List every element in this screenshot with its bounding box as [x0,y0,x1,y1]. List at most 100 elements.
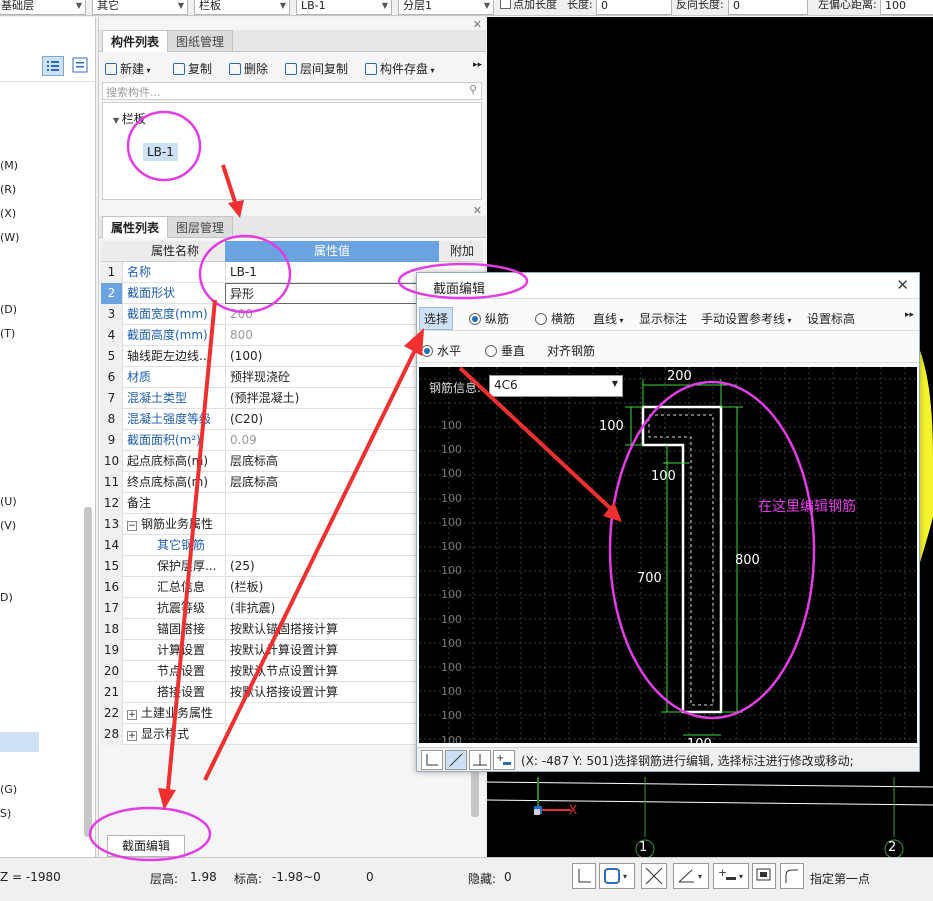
expand-icon[interactable]: + [127,731,137,741]
transverse-radio[interactable]: 横筋 [535,310,575,327]
property-value[interactable] [225,514,415,535]
dim-top[interactable]: 200 [667,369,692,384]
nav-item[interactable]: S) [0,807,11,820]
show-dim-button[interactable]: 显示标注 [639,310,687,327]
tab-property-list[interactable]: 属性列表 [102,216,169,238]
dim-right[interactable]: 800 [735,553,760,568]
add-point-icon[interactable]: + ▾ [713,863,749,889]
property-value[interactable]: 按默认计算设置计算 [225,640,415,661]
horizontal-radio[interactable]: 水平 [421,342,461,359]
property-value[interactable]: 异形 [225,283,425,304]
property-value[interactable] [225,724,415,745]
new-button[interactable]: 新建 ▾ [105,60,151,77]
dim-left[interactable]: 700 [637,571,662,586]
layer-combo[interactable]: 分层1 ▼ [398,0,494,15]
angle-icon[interactable]: ▾ [673,863,709,889]
collapse-icon[interactable]: − [127,521,137,531]
set-elev-button[interactable]: 设置标高 [807,310,855,327]
property-value[interactable]: 按默认节点设置计算 [225,661,415,682]
left-offset-input[interactable]: 100 [880,0,933,15]
reverse-length-input[interactable]: 0 [728,0,808,15]
property-value[interactable]: (100) [225,346,415,367]
line-draw-icon[interactable] [445,750,467,770]
tree-root[interactable]: ▼ 栏板 [113,110,146,127]
component-combo[interactable]: LB-1 ▼ [296,0,392,15]
nav-item[interactable]: (U) [0,495,17,508]
ortho-icon[interactable] [572,863,596,889]
list-view-icon[interactable] [42,56,64,76]
more-icon[interactable]: ▸▸ [905,310,914,320]
property-value[interactable]: LB-1 [225,262,415,283]
property-value[interactable]: 按默认搭接设置计算 [225,682,415,703]
property-value[interactable]: 预拌现浇砼 [225,367,415,388]
property-value[interactable]: 200 [225,304,415,325]
property-value[interactable] [225,535,415,556]
property-value[interactable]: 层底标高 [225,472,415,493]
tab-component-list[interactable]: 构件列表 [102,30,169,52]
dim-left-top[interactable]: 100 [599,419,624,434]
property-value[interactable]: (预拌混凝土) [225,388,415,409]
property-name: 抗震等级 [125,598,225,619]
property-value[interactable]: (C20) [225,409,415,430]
property-value[interactable]: (25) [225,556,415,577]
line-dropdown[interactable]: 直线 ▾ [593,310,624,327]
cross-icon[interactable] [641,863,667,889]
expand-icon[interactable]: + [127,710,137,720]
nav-item[interactable]: (R) [0,183,16,196]
property-value[interactable] [225,493,415,514]
curve-icon[interactable] [780,863,804,889]
nav-item[interactable]: (W) [0,231,19,244]
point-length-check[interactable]: 点加长度 [500,0,557,12]
add-point-icon[interactable]: + [493,750,515,770]
manual-ref-dropdown[interactable]: 手动设置参考线 ▾ [701,310,792,327]
tab-drawing-manage[interactable]: 图纸管理 [167,30,234,52]
category-combo[interactable]: 其它 ▼ [92,0,188,15]
property-value[interactable]: (栏板) [225,577,415,598]
tab-layer-manage[interactable]: 图层管理 [167,216,234,238]
rect-select-icon[interactable]: ▾ [599,863,635,889]
search-input[interactable]: 搜索构件... ⚲ [102,82,482,100]
floor-copy-button[interactable]: 层间复制 [285,60,348,77]
section-canvas[interactable]: 钢筋信息: 4C6 ▼ 100 100 100 100 100 100 100 100 100 10… [419,367,917,743]
close-icon[interactable]: ✕ [896,276,909,294]
section-edit-button[interactable]: 截面编辑 [107,835,185,857]
property-name: 备注 [125,493,225,514]
component-toolbar: 新建 ▾ 复制 删除 层间复制 构件存盘 ▾ ▸▸ [99,56,486,80]
tree-item-lb1[interactable]: LB-1 [143,143,178,161]
nav-item[interactable]: (T) [0,327,15,340]
nav-item[interactable]: (M) [0,159,18,172]
more-icon[interactable]: ▸▸ [473,60,482,70]
property-value[interactable]: 按默认锚固搭接计算 [225,619,415,640]
nav-item[interactable]: (D) [0,303,17,316]
delete-button[interactable]: 删除 [229,60,268,77]
close-icon[interactable]: ✕ [473,204,482,217]
length-input[interactable]: 0 [596,0,672,15]
save-component-button[interactable]: 构件存盘 ▾ [365,60,435,77]
screen-icon[interactable] [752,863,776,889]
property-value[interactable]: 层底标高 [225,451,415,472]
property-value[interactable]: 0.09 [225,430,415,451]
select-button[interactable]: 选择 [419,307,454,330]
nav-item[interactable]: (V) [0,519,16,532]
align-rebar-button[interactable]: 对齐钢筋 [547,342,595,359]
close-icon[interactable]: ✕ [473,18,482,31]
dim-inner[interactable]: 100 [651,469,676,484]
ortho-icon[interactable] [421,750,443,770]
nav-item[interactable]: (G) [0,783,17,796]
type-combo[interactable]: 栏板 ▼ [194,0,290,15]
dim-bottom[interactable]: 100 [687,737,712,743]
copy-button[interactable]: 复制 [173,60,212,77]
rebar-info-select[interactable]: 4C6 ▼ [489,375,623,397]
nav-item[interactable]: D) [0,591,13,604]
property-value[interactable]: 800 [225,325,415,346]
floor-combo[interactable]: 基础层 ▼ [0,0,86,15]
property-value[interactable] [225,703,415,724]
nav-item[interactable]: (X) [0,207,16,220]
longitudinal-radio[interactable]: 纵筋 [469,310,509,327]
property-value[interactable]: (非抗震) [225,598,415,619]
left-scrollbar[interactable] [84,507,92,837]
perpendicular-icon[interactable] [469,750,491,770]
detail-view-icon[interactable] [70,56,92,76]
nav-item-selected[interactable] [0,732,39,752]
vertical-radio[interactable]: 垂直 [485,342,525,359]
